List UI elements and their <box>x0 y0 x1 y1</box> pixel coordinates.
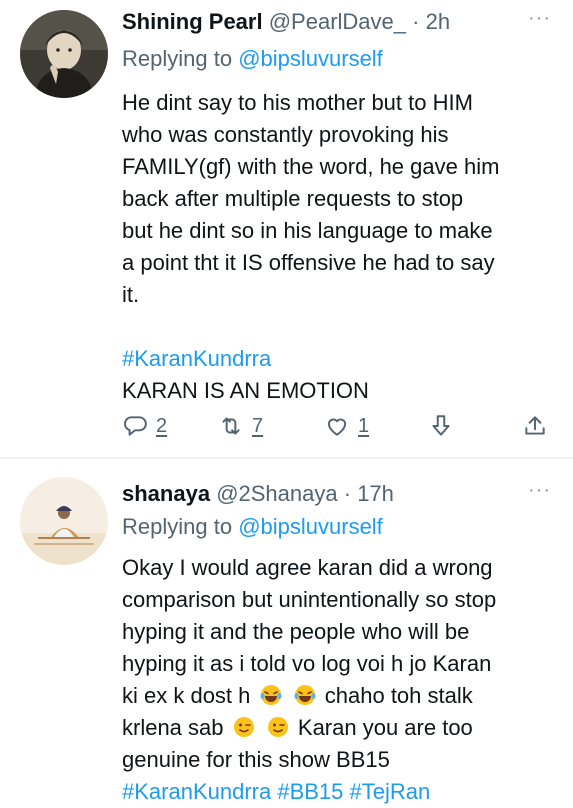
retweet-count: 7 <box>252 414 264 437</box>
tweet-text-line: ki ex k dost h chaho toh stalk <box>122 680 562 712</box>
user-handle[interactable]: @2Shanaya <box>216 481 337 506</box>
avatar[interactable] <box>20 10 108 98</box>
timestamp[interactable]: 2h <box>426 9 450 34</box>
tweet-header: shanaya @2Shanaya · 17h ··· <box>122 479 559 508</box>
reply-icon <box>124 416 147 436</box>
tweet-text-line: but he dint so in his language to make <box>122 218 493 243</box>
tweet-text-line: Okay I would agree karan did a wrong <box>122 555 493 580</box>
replying-to: Replying to @bipsluvurself <box>122 44 383 74</box>
tweet-text-segment: chaho toh stalk <box>324 683 473 708</box>
replying-to: Replying to @bipsluvurself <box>122 512 383 542</box>
laughing-tears-emoji-icon <box>260 685 282 705</box>
more-options-icon[interactable]: ··· <box>528 4 551 32</box>
display-name[interactable]: shanaya <box>122 481 210 506</box>
hashtag-link[interactable]: #TejRan <box>350 779 431 804</box>
hashtag-link[interactable]: #BB15 <box>277 779 343 804</box>
avatar[interactable] <box>20 477 108 565</box>
tweet[interactable]: shanaya @2Shanaya · 17h ··· Replying to … <box>0 460 573 804</box>
tweet-text-line: it. <box>122 282 140 307</box>
winking-emoji-icon <box>267 717 288 737</box>
reply-button[interactable]: 2 <box>122 413 167 439</box>
user-avatar-icon <box>20 10 108 98</box>
reply-count: 2 <box>156 414 168 437</box>
separator-dot: · <box>412 9 420 34</box>
tweet-text-line: hyping it and the people who will be <box>122 619 470 644</box>
replying-to-label: Replying to <box>122 514 239 539</box>
tweet-text-line: KARAN IS AN EMOTION <box>122 378 369 403</box>
like-button[interactable]: 1 <box>324 413 369 439</box>
tweet-text-line: FAMILY(gf) with the word, he gave him <box>122 154 500 179</box>
tweet-text-line: hyping it as i told vo log voi h jo Kara… <box>122 651 492 676</box>
tweet-text-line: krlena sab Karan you are too <box>122 712 562 744</box>
retweet-icon <box>222 417 240 435</box>
tweet-text-segment: Karan you are too <box>297 715 473 740</box>
hashtags-line: #KaranKundrra #BB15 #TejRan <box>122 776 562 808</box>
tweet-header: Shining Pearl @PearlDave_ · 2h ··· <box>122 7 559 36</box>
retweet-button[interactable]: 7 <box>218 413 263 439</box>
hashtag-link[interactable]: #KaranKundrra <box>122 343 562 375</box>
tweet-text-line: back after multiple requests to stop <box>122 186 464 211</box>
replying-to-label: Replying to <box>122 46 239 71</box>
tweet-divider <box>0 457 573 459</box>
display-name[interactable]: Shining Pearl <box>122 9 263 34</box>
like-count: 1 <box>358 414 370 437</box>
tweet-text-segment: ki ex k dost h <box>122 683 251 708</box>
tweet-text-segment: krlena sab <box>122 715 224 740</box>
tweet-text-line: a point tht it IS offensive he had to sa… <box>122 250 495 275</box>
hashtag-link[interactable]: #KaranKundrra <box>122 779 271 804</box>
tweet-text-line: genuine for this show BB15 <box>122 747 390 772</box>
separator-dot: · <box>343 481 352 506</box>
tweet-actions: 2 7 1 <box>122 413 562 445</box>
tweet-text-line: He dint say to his mother but to HIM <box>122 90 473 115</box>
user-handle[interactable]: @PearlDave_ <box>269 9 406 34</box>
laughing-tears-emoji-icon <box>294 685 316 705</box>
upload-icon <box>525 416 545 435</box>
share-button[interactable] <box>428 413 454 439</box>
arrow-down-icon <box>432 415 450 436</box>
upload-button[interactable] <box>522 413 548 439</box>
more-options-icon[interactable]: ··· <box>528 476 551 504</box>
tweet-text-line: who was constantly provoking his <box>122 122 449 147</box>
mention-link[interactable]: @bipsluvurself <box>238 46 383 71</box>
tweet-text: Okay I would agree karan did a wrong com… <box>122 552 562 808</box>
user-avatar-icon <box>20 477 108 565</box>
mention-link[interactable]: @bipsluvurself <box>238 514 383 539</box>
winking-emoji-icon <box>233 717 254 737</box>
tweet-text-line: comparison but unintentionally so stop <box>122 587 497 612</box>
heart-icon <box>327 418 347 436</box>
tweet[interactable]: Shining Pearl @PearlDave_ · 2h ··· Reply… <box>0 0 573 458</box>
timestamp[interactable]: 17h <box>357 481 394 506</box>
tweet-text: He dint say to his mother but to HIM who… <box>122 87 562 407</box>
